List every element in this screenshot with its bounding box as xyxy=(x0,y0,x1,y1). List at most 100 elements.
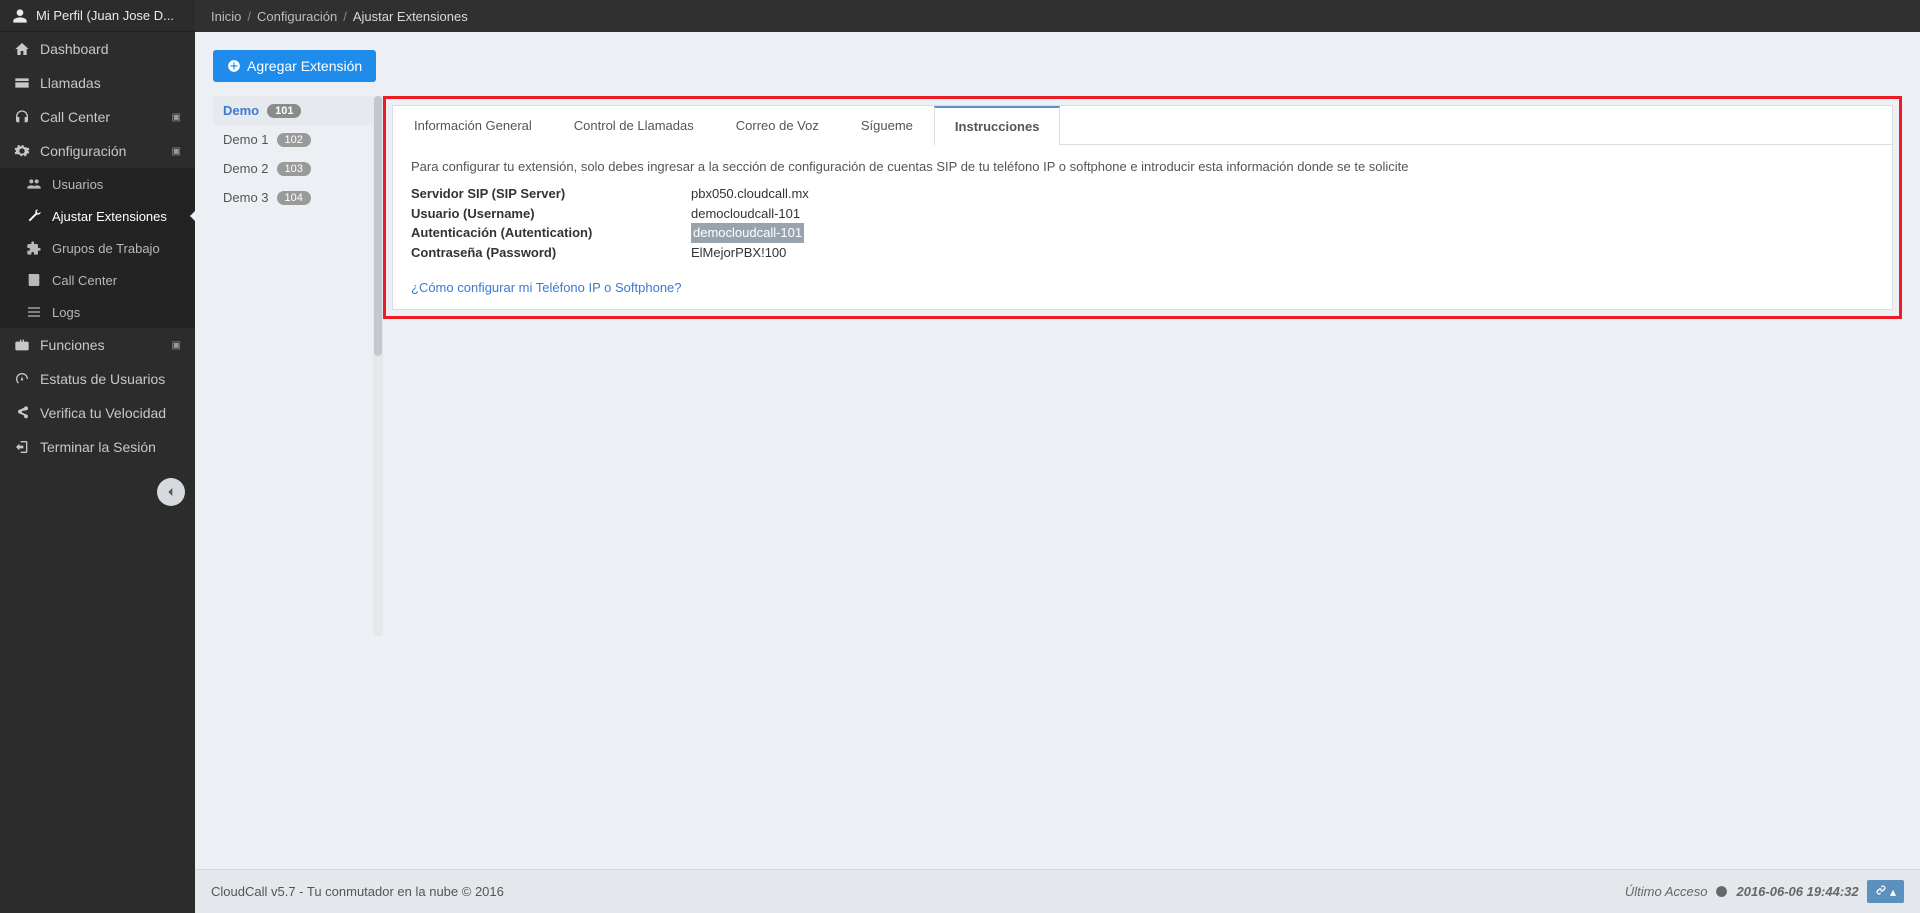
subnav-item-label: Ajustar Extensiones xyxy=(52,209,167,224)
extension-list-pane: Demo 101 Demo 1 102 Demo 2 103 Demo 3 104 xyxy=(213,96,373,636)
extension-name: Demo 1 xyxy=(223,132,269,147)
extension-badge: 103 xyxy=(277,162,311,176)
field-value-pass: ElMejorPBX!100 xyxy=(691,243,786,263)
footer-last-access-time: 2016-06-06 19:44:32 xyxy=(1736,884,1858,899)
field-label-server: Servidor SIP (SIP Server) xyxy=(411,184,691,204)
list-icon xyxy=(26,304,42,320)
subnav-item-label: Logs xyxy=(52,305,80,320)
sidebar-item-label: Configuración xyxy=(40,143,126,159)
profile-link[interactable]: Mi Perfil (Juan Jose D... xyxy=(0,0,195,32)
extension-name: Demo 3 xyxy=(223,190,269,205)
tab-label: Control de Llamadas xyxy=(574,118,694,133)
sidebar-item-velocidad[interactable]: Verifica tu Velocidad xyxy=(0,396,195,430)
instructions-intro: Para configurar tu extensión, solo debes… xyxy=(411,159,1874,174)
expand-icon: ▣ xyxy=(172,340,181,351)
subnav-item-callcenter-config[interactable]: Call Center xyxy=(0,264,195,296)
sidebar-nav: Dashboard Llamadas Call Center ▣ Configu… xyxy=(0,32,195,464)
content: Inicio / Configuración / Ajustar Extensi… xyxy=(195,0,1920,913)
highlight-box: Información General Control de Llamadas … xyxy=(383,96,1902,319)
extension-badge: 101 xyxy=(267,104,301,118)
tab-label: Correo de Voz xyxy=(736,118,819,133)
breadcrumb-config[interactable]: Configuración xyxy=(257,9,337,24)
profile-label: Mi Perfil (Juan Jose D... xyxy=(36,8,174,23)
extension-badge: 104 xyxy=(277,191,311,205)
clock-icon xyxy=(1715,885,1728,898)
extension-badge: 102 xyxy=(277,133,311,147)
scrollbar[interactable] xyxy=(373,96,383,636)
headphones-icon xyxy=(14,109,30,125)
breadcrumb-current: Ajustar Extensiones xyxy=(353,9,468,24)
extension-list-item[interactable]: Demo 101 xyxy=(213,96,373,125)
plus-icon xyxy=(227,59,241,73)
tab-sigueme[interactable]: Sígueme xyxy=(840,106,934,145)
sidebar-item-configuracion[interactable]: Configuración ▣ xyxy=(0,134,195,168)
sidebar-item-label: Llamadas xyxy=(40,75,101,91)
briefcase-icon xyxy=(14,337,30,353)
user-icon xyxy=(12,8,28,24)
share-icon xyxy=(14,405,30,421)
arrow-left-icon xyxy=(163,484,179,500)
sidebar-item-llamadas[interactable]: Llamadas xyxy=(0,66,195,100)
tab-label: Sígueme xyxy=(861,118,913,133)
field-value-user: democloudcall-101 xyxy=(691,204,800,224)
sidebar-item-estatus[interactable]: Estatus de Usuarios xyxy=(0,362,195,396)
book-icon xyxy=(26,272,42,288)
scrollbar-thumb[interactable] xyxy=(374,96,382,356)
field-value-server: pbx050.cloudcall.mx xyxy=(691,184,809,204)
breadcrumb-home[interactable]: Inicio xyxy=(211,9,241,24)
link-icon xyxy=(1875,884,1887,896)
breadcrumb: Inicio / Configuración / Ajustar Extensi… xyxy=(195,0,1920,32)
breadcrumb-sep: / xyxy=(343,9,347,24)
extension-list-item[interactable]: Demo 1 102 xyxy=(213,125,373,154)
extension-name: Demo 2 xyxy=(223,161,269,176)
subnav-item-usuarios[interactable]: Usuarios xyxy=(0,168,195,200)
sidebar: Mi Perfil (Juan Jose D... Dashboard Llam… xyxy=(0,0,195,913)
tab-label: Instrucciones xyxy=(955,119,1040,134)
sidebar-item-label: Terminar la Sesión xyxy=(40,439,156,455)
panel: Información General Control de Llamadas … xyxy=(392,105,1893,310)
field-label-auth: Autenticación (Autentication) xyxy=(411,223,691,243)
subnav-item-label: Call Center xyxy=(52,273,117,288)
tab-label: Información General xyxy=(414,118,532,133)
sidebar-item-label: Call Center xyxy=(40,109,110,125)
footer-last-access-label: Último Acceso xyxy=(1625,884,1708,899)
extension-list-item[interactable]: Demo 2 103 xyxy=(213,154,373,183)
footer-link-button[interactable]: ▴ xyxy=(1867,880,1904,903)
field-label-user: Usuario (Username) xyxy=(411,204,691,224)
gear-icon xyxy=(14,143,30,159)
help-link[interactable]: ¿Cómo configurar mi Teléfono IP o Softph… xyxy=(411,280,682,295)
sidebar-collapse-button[interactable] xyxy=(157,478,185,506)
subnav-item-ajustar-extensiones[interactable]: Ajustar Extensiones xyxy=(0,200,195,232)
footer-left: CloudCall v5.7 - Tu conmutador en la nub… xyxy=(211,884,504,899)
sidebar-item-dashboard[interactable]: Dashboard xyxy=(0,32,195,66)
collapse-icon: ▣ xyxy=(172,146,181,157)
subnav-item-label: Grupos de Trabajo xyxy=(52,241,160,256)
tab-control-llamadas[interactable]: Control de Llamadas xyxy=(553,106,715,145)
sidebar-item-logout[interactable]: Terminar la Sesión xyxy=(0,430,195,464)
expand-icon: ▣ xyxy=(172,112,181,123)
subnav-item-logs[interactable]: Logs xyxy=(0,296,195,328)
tab-body-instrucciones: Para configurar tu extensión, solo debes… xyxy=(393,145,1892,309)
tab-instrucciones[interactable]: Instrucciones xyxy=(934,106,1061,145)
users-icon xyxy=(26,176,42,192)
footer: CloudCall v5.7 - Tu conmutador en la nub… xyxy=(195,869,1920,913)
sidebar-item-callcenter[interactable]: Call Center ▣ xyxy=(0,100,195,134)
extension-list-item[interactable]: Demo 3 104 xyxy=(213,183,373,212)
tab-correo-voz[interactable]: Correo de Voz xyxy=(715,106,840,145)
extension-name: Demo xyxy=(223,103,259,118)
tabs: Información General Control de Llamadas … xyxy=(393,106,1892,145)
field-value-auth: democloudcall-101 xyxy=(691,223,804,243)
add-extension-button[interactable]: Agregar Extensión xyxy=(213,50,376,82)
sidebar-item-funciones[interactable]: Funciones ▣ xyxy=(0,328,195,362)
footer-right: Último Acceso 2016-06-06 19:44:32 ▴ xyxy=(1625,880,1904,903)
field-label-pass: Contraseña (Password) xyxy=(411,243,691,263)
main: Agregar Extensión Demo 101 Demo 1 102 Demo 2… xyxy=(195,32,1920,869)
sidebar-item-label: Funciones xyxy=(40,337,105,353)
extension-panel: Información General Control de Llamadas … xyxy=(383,96,1902,636)
gauge-icon xyxy=(14,371,30,387)
puzzle-icon xyxy=(26,240,42,256)
tab-informacion-general[interactable]: Información General xyxy=(393,106,553,145)
breadcrumb-sep: / xyxy=(247,9,251,24)
extension-list: Demo 101 Demo 1 102 Demo 2 103 Demo 3 104 xyxy=(213,96,373,212)
subnav-item-grupos[interactable]: Grupos de Trabajo xyxy=(0,232,195,264)
